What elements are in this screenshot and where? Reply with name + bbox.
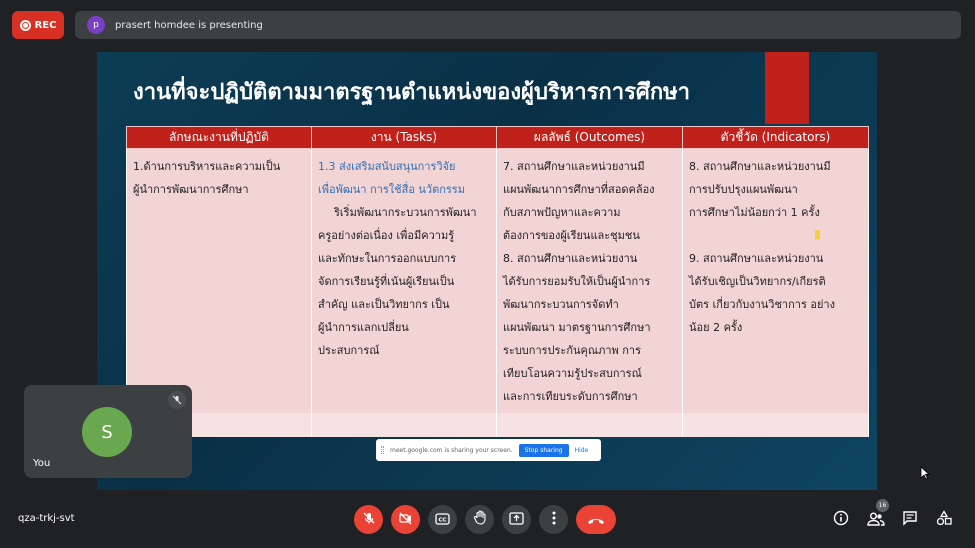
drag-handle-icon[interactable] (381, 446, 384, 454)
header-cell: ตัวชี้วัด (Indicators) (682, 126, 869, 149)
cell-line: 1.ด้านการบริหารและความเป็น (133, 160, 281, 173)
meeting-details-button[interactable] (831, 510, 851, 530)
cell-line: ริเริ่มพัฒนากระบวนการพัฒนา (334, 206, 477, 219)
slide-accent-bar (765, 52, 809, 124)
cell-line: ต้องการของผู้เรียนและชุมชน (503, 229, 640, 242)
svg-text:CC: CC (438, 518, 446, 524)
shared-screen: งานที่จะปฏิบัติตามมาตรฐานตำแหน่งของผู้บร… (97, 52, 877, 490)
activities-icon (936, 510, 952, 530)
stop-sharing-button[interactable]: Stop sharing (518, 443, 569, 457)
cell-indicators: 8. สถานศึกษาและหน่วยงานมี การปรับปรุงแผน… (682, 148, 869, 413)
captions-button[interactable]: CC (428, 505, 457, 534)
chat-icon (902, 510, 918, 530)
empty-cell (311, 412, 497, 437)
people-icon (867, 511, 885, 530)
cell-line: ประสบการณ์ (318, 344, 380, 357)
leave-call-button[interactable] (576, 505, 616, 534)
cell-line: แผนพัฒนา มาตรฐานการศึกษา (503, 321, 651, 334)
record-icon (19, 19, 31, 31)
present-screen-button[interactable] (502, 505, 531, 534)
more-options-button[interactable] (539, 505, 568, 534)
cell-line: เพื่อพัฒนา การใช้สื่อ นวัตกรรม (318, 183, 465, 196)
header-cell: ผลลัพธ์ (Outcomes) (496, 126, 683, 149)
cell-line: และทักษะในการออกแบบการ (318, 252, 457, 265)
mouse-cursor-icon (920, 465, 931, 484)
mic-off-icon (362, 510, 376, 529)
cell-line: การศึกษาไม่น้อยกว่า 1 ครั้ง (689, 206, 820, 219)
cell-line: ผู้นำการพัฒนาการศึกษา (133, 183, 249, 196)
cell-work-type: 1.ด้านการบริหารและความเป็น ผู้นำการพัฒนา… (126, 148, 312, 413)
self-avatar: S (82, 407, 132, 457)
hang-up-icon (587, 510, 605, 529)
cell-line: 1.3 ส่งเสริมสนับสนุนการวิจัย (318, 160, 456, 173)
present-icon (509, 510, 524, 529)
slide-title: งานที่จะปฏิบัติตามมาตรฐานตำแหน่งของผู้บร… (133, 80, 691, 105)
cell-line: จัดการเรียนรู้ที่เน้นผู้เรียนเป็น (318, 275, 455, 288)
cell-line: บัตร เกี่ยวกับงานวิชาการ อย่าง (689, 298, 835, 311)
cell-line: 8. สถานศึกษาและหน่วยงานมี (689, 160, 831, 173)
recording-indicator[interactable]: REC (12, 11, 64, 39)
presenting-text: prasert homdee is presenting (115, 19, 263, 31)
raise-hand-button[interactable] (465, 505, 494, 534)
presenter-avatar: p (87, 16, 105, 34)
header-cell: งาน (Tasks) (311, 126, 497, 149)
participants-button[interactable] (866, 510, 886, 530)
cell-line: 8. สถานศึกษาและหน่วยงาน (503, 252, 638, 265)
cell-line: น้อย 2 ครั้ง (689, 321, 743, 334)
cell-line: พัฒนากระบวนการจัดทำ (503, 298, 619, 311)
activities-button[interactable] (934, 510, 954, 530)
hide-button[interactable]: Hide (575, 447, 589, 454)
cell-outcomes: 7. สถานศึกษาและหน่วยงานมี แผนพัฒนาการศึก… (496, 148, 683, 413)
cell-line: 9. สถานศึกษาและหน่วยงาน (689, 252, 824, 265)
cell-line: สำคัญ และเป็นวิทยากร เป็น (318, 298, 450, 311)
cell-line: ได้รับการยอมรับให้เป็นผู้นำการ (503, 275, 651, 288)
more-vert-icon (552, 510, 556, 529)
cell-line: ครูอย่างต่อเนื่อง เพื่อมีความรู้ (318, 229, 455, 242)
self-name: You (33, 458, 51, 469)
cell-line: แผนพัฒนาการศึกษาที่สอดคล้อง (503, 183, 655, 196)
cell-line: กับสภาพปัญหาและความ (503, 206, 621, 219)
self-video-tile[interactable]: S You (24, 385, 192, 478)
mic-off-icon (168, 391, 186, 409)
cell-line: การปรับปรุงแผนพัฒนา (689, 183, 798, 196)
hand-icon (473, 510, 487, 529)
presenting-banner: p prasert homdee is presenting (75, 11, 961, 39)
share-message: meet.google.com is sharing your screen. (390, 446, 513, 454)
cell-tasks: 1.3 ส่งเสริมสนับสนุนการวิจัย เพื่อพัฒนา … (311, 148, 497, 413)
cell-line: ได้รับเชิญเป็นวิทยากร/เกียรติ (689, 275, 826, 288)
cell-line: ผู้นำการแลกเปลี่ยน (318, 321, 409, 334)
screen-share-notification: meet.google.com is sharing your screen. … (376, 439, 601, 461)
slide-table: ลักษณะงานที่ปฏิบัติ งาน (Tasks) ผลลัพธ์ … (126, 126, 869, 437)
camera-off-icon (398, 510, 413, 529)
pointer-marker (815, 230, 820, 239)
header-cell: ลักษณะงานที่ปฏิบัติ (126, 126, 312, 149)
mic-toggle-button[interactable] (354, 505, 383, 534)
meeting-code: qza-trkj-svt (18, 513, 75, 524)
cell-line: และการเทียบระดับการศึกษา (503, 390, 638, 403)
info-icon (833, 510, 849, 530)
captions-icon: CC (435, 510, 450, 529)
cell-line: ระบบการประกันคุณภาพ การ (503, 344, 641, 357)
cell-line: เทียบโอนความรู้ประสบการณ์ (503, 367, 642, 380)
empty-cell (682, 412, 869, 437)
cell-line: 7. สถานศึกษาและหน่วยงานมี (503, 160, 645, 173)
empty-cell (496, 412, 683, 437)
camera-toggle-button[interactable] (391, 505, 420, 534)
rec-label: REC (34, 19, 57, 31)
chat-button[interactable] (900, 510, 920, 530)
